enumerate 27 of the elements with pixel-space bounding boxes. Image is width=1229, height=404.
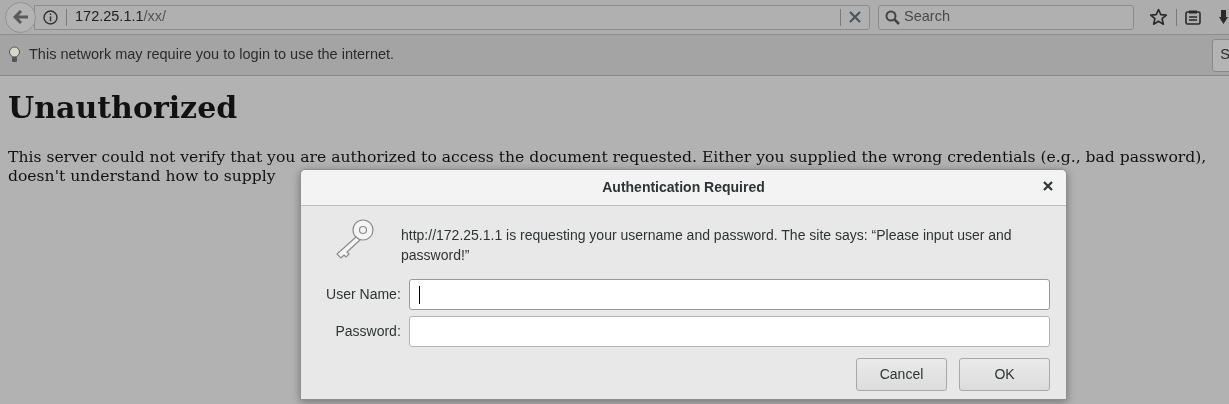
- cancel-button[interactable]: Cancel: [856, 358, 947, 391]
- ok-button[interactable]: OK: [959, 358, 1050, 391]
- search-icon: [885, 9, 900, 25]
- notification-button[interactable]: S: [1212, 38, 1229, 72]
- close-icon[interactable]: [1043, 181, 1053, 191]
- url-text: 172.25.1.1/xx/: [75, 7, 167, 27]
- input-field[interactable]: [408, 316, 1050, 347]
- list-icon[interactable]: [1185, 9, 1201, 25]
- search-field[interactable]: Search: [878, 4, 1134, 30]
- input-field[interactable]: [408, 279, 1050, 310]
- paragraph-line: This server could not verify that you are authorized to access the document requested. Either you supplied the wrong credentials (e.g., bad password),: [8, 148, 1207, 167]
- back-button[interactable]: [5, 1, 36, 33]
- bookmark-star-icon[interactable]: [1149, 8, 1168, 26]
- clear-icon[interactable]: [849, 11, 861, 23]
- page-heading: Unauthorized: [8, 90, 239, 126]
- field-label: Password:: [334, 322, 401, 341]
- info-icon: [43, 9, 58, 25]
- text-cursor: [418, 286, 420, 304]
- dialog-title: Authentication Required: [602, 178, 765, 197]
- dialog-message: http://172.25.1.1 is requesting your username and password. The site says: “Please input user and password!”: [401, 226, 1013, 265]
- address-bar[interactable]: 172.25.1.1/xx/: [34, 4, 870, 30]
- lightbulb-icon: [8, 46, 21, 64]
- download-icon[interactable]: [1219, 8, 1228, 26]
- field-label: User Name:: [325, 285, 401, 304]
- paragraph-line: doesn't understand how to supply: [8, 167, 276, 186]
- back-arrow-icon: [12, 10, 29, 24]
- notification-text: This network may require you to login to use the internet.: [29, 45, 395, 65]
